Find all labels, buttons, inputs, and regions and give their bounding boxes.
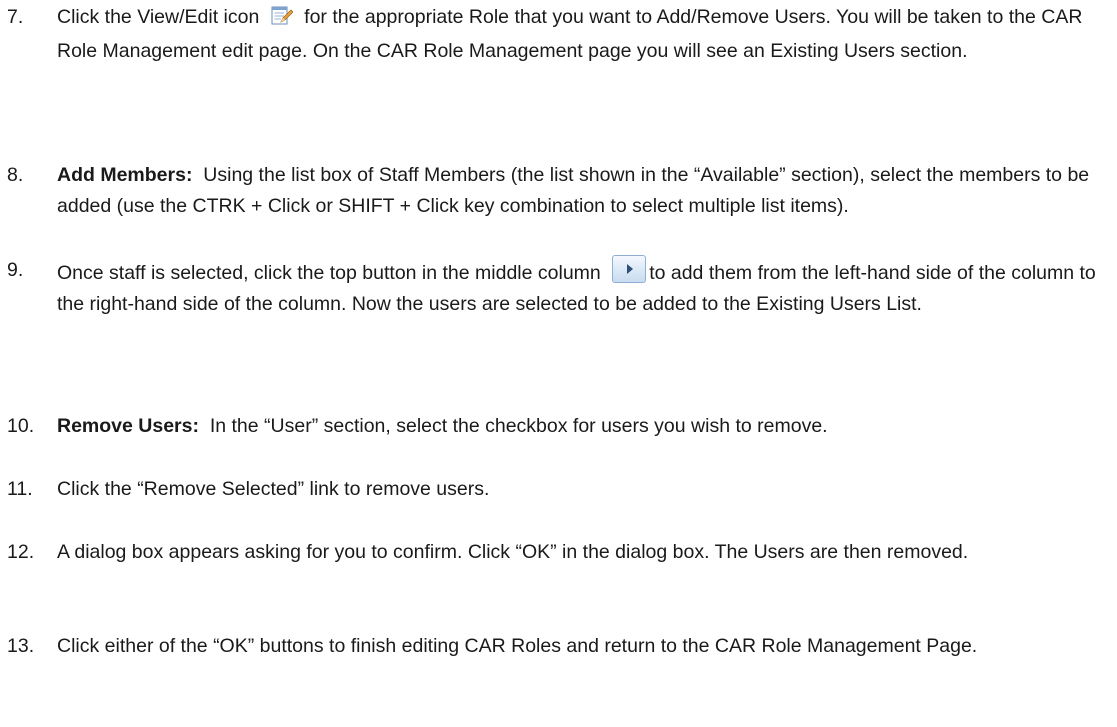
step-text: In the “User” section, select the checkb…: [209, 415, 828, 437]
step-9: 9. Once staff is selected, click the top…: [0, 255, 1117, 320]
step-number: 13.: [7, 635, 35, 657]
step-text: A dialog box appears asking for you to c…: [57, 541, 969, 563]
step-text: Click the View/Edit icon: [57, 6, 260, 28]
step-label: Add Members:: [57, 164, 193, 186]
step-text: Using the list box of Staff Members (the…: [57, 164, 1090, 217]
step-text: Once staff is selected, click the top bu…: [57, 262, 601, 284]
step-number: 9.: [7, 259, 24, 281]
step-11: 11. Click the “Remove Selected” link to …: [0, 474, 1117, 505]
step-text: Click the “Remove Selected” link to remo…: [57, 478, 490, 500]
step-label: Remove Users:: [57, 415, 199, 437]
step-12: 12. A dialog box appears asking for you …: [0, 537, 1117, 568]
step-13: 13. Click either of the “OK” buttons to …: [0, 631, 1117, 662]
step-text: Click either of the “OK” buttons to fini…: [57, 635, 978, 657]
step-8: 8. Add Members: Using the list box of St…: [0, 160, 1117, 222]
step-number: 8.: [7, 164, 24, 186]
step-number: 11.: [7, 478, 33, 500]
step-7: 7. Click the View/Edit icon for the appr…: [0, 2, 1117, 67]
step-10: 10. Remove Users: In the “User” section,…: [0, 411, 1117, 442]
view-edit-icon: [265, 5, 299, 36]
step-number: 10.: [7, 415, 35, 437]
step-number: 12.: [7, 541, 35, 563]
move-right-button-icon: [612, 255, 647, 283]
step-number: 7.: [7, 6, 24, 28]
